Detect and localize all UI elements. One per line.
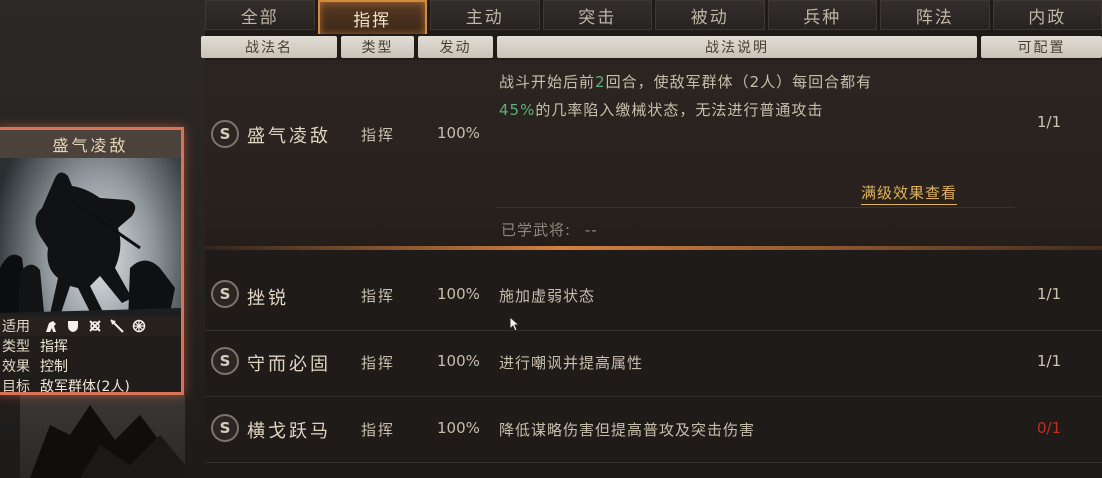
mouse-cursor-icon	[509, 316, 521, 332]
column-header-name[interactable]: 战法名	[201, 36, 337, 58]
tactic-type: 指挥	[361, 126, 396, 144]
turn-count-value: 2	[595, 73, 606, 91]
tactic-description-line1: 战斗开始后前2回合，使敌军群体（2人）每回合都有	[499, 73, 873, 91]
tab-active[interactable]: 主动	[430, 0, 540, 30]
card-info-panel: 适用 类型 指挥 效果 控制 目标 敌军群体(2人)	[0, 316, 181, 395]
column-header-configurable[interactable]: 可配置	[981, 36, 1102, 58]
tactic-grade-badge: S	[211, 120, 239, 148]
spear-icon	[110, 319, 124, 333]
column-header-type[interactable]: 类型	[341, 36, 414, 58]
card-type-value: 指挥	[40, 339, 68, 355]
card-type-label: 类型	[2, 339, 30, 355]
tab-all[interactable]: 全部	[205, 0, 315, 30]
column-header-trigger[interactable]: 发动	[418, 36, 493, 58]
tactic-name: 横戈跃马	[247, 421, 331, 442]
tactic-grade-badge: S	[211, 414, 239, 442]
tab-troop[interactable]: 兵种	[767, 0, 878, 30]
selection-highlight	[205, 246, 1102, 250]
column-header-description: 战法说明	[497, 36, 977, 58]
tactic-config-count: 1/1	[1037, 113, 1062, 131]
tactic-description: 施加虚弱状态	[499, 287, 596, 305]
probability-value: 45%	[499, 101, 536, 119]
learned-generals-label: 已学武将: --	[501, 221, 598, 239]
tab-formation[interactable]: 阵法	[880, 0, 990, 30]
cavalry-icon	[46, 321, 56, 332]
tactic-name: 挫锐	[247, 288, 289, 309]
tactic-description-line2: 45%的几率陷入缴械状态，无法进行普通攻击	[499, 101, 824, 119]
card-use-label: 适用	[2, 319, 30, 335]
tab-assault[interactable]: 突击	[542, 0, 653, 30]
tactic-trigger-rate: 100%	[437, 352, 480, 370]
tactic-config-count: 1/1	[1037, 285, 1062, 303]
tactic-trigger-rate: 100%	[437, 419, 480, 437]
tactic-config-count: 0/1	[1037, 419, 1062, 437]
tactic-grade-badge: S	[211, 347, 239, 375]
tactic-type: 指挥	[361, 354, 396, 372]
tab-passive[interactable]: 被动	[655, 0, 765, 30]
bow-icon	[89, 320, 101, 332]
tactic-name: 盛气凌敌	[247, 126, 331, 147]
category-tabs: 全部 指挥 主动 突击 被动 兵种 阵法 内政	[205, 0, 1102, 34]
card-target-label: 目标	[2, 379, 30, 395]
tab-internal-affairs[interactable]: 内政	[992, 0, 1102, 30]
siege-icon	[132, 319, 146, 333]
tactic-config-count: 1/1	[1037, 352, 1062, 370]
tab-command[interactable]: 指挥	[317, 0, 428, 34]
tactic-description: 进行嘲讽并提高属性	[499, 354, 644, 372]
row-divider	[205, 462, 1102, 463]
tactic-grade-badge: S	[211, 280, 239, 308]
detail-divider	[495, 207, 1015, 208]
card-effect-value: 控制	[40, 359, 68, 375]
tactic-type: 指挥	[361, 287, 396, 305]
tactic-row[interactable]	[205, 330, 1102, 392]
card-target-value: 敌军群体(2人)	[40, 379, 130, 395]
tactic-row[interactable]	[205, 262, 1102, 324]
tactic-description: 降低谋略伤害但提高普攻及突击伤害	[499, 421, 756, 439]
card-stack-art	[20, 395, 185, 478]
max-effect-link[interactable]: 满级效果查看	[861, 182, 958, 205]
tactic-card: 盛气凌敌 适用 类型 指挥 效果 控制 目标 敌军群体(2人)	[0, 127, 184, 395]
tactic-trigger-rate: 100%	[437, 124, 480, 142]
tactic-trigger-rate: 100%	[437, 285, 480, 303]
card-effect-label: 效果	[2, 359, 30, 375]
tactic-name: 守而必固	[247, 354, 331, 375]
card-title: 盛气凌敌	[0, 130, 181, 158]
shield-icon	[68, 321, 78, 332]
troop-type-icons	[40, 319, 146, 333]
tactic-type: 指挥	[361, 421, 396, 439]
